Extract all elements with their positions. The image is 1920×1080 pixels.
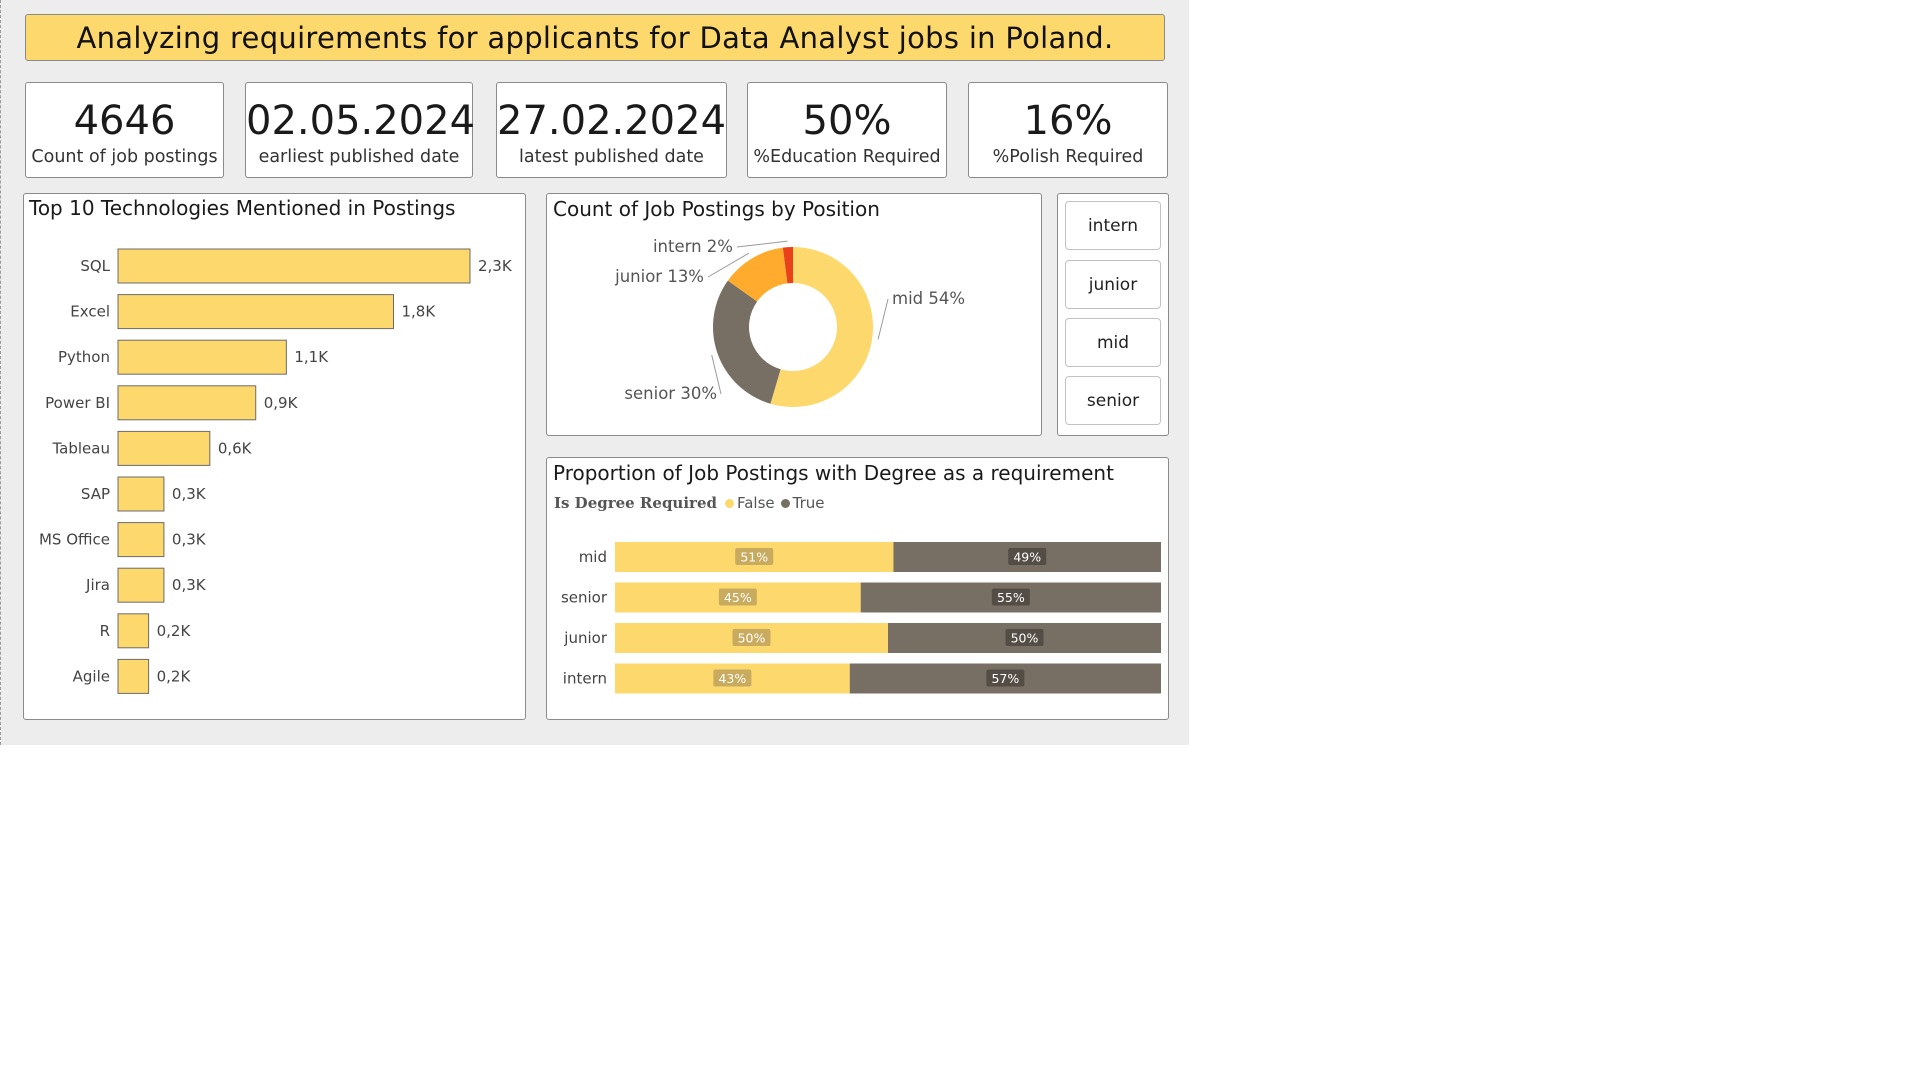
kpi-label: Count of job postings — [31, 147, 218, 167]
tech-value-label: 0,3K — [172, 576, 207, 594]
tech-bar-jira[interactable] — [117, 567, 165, 603]
kpi-card-polish: 16% %Polish Required — [968, 82, 1168, 178]
position-donut-panel: Count of Job Postings by Position mid 54… — [546, 193, 1042, 436]
degree-data-label: 57% — [991, 671, 1019, 686]
slicer-button-senior[interactable]: senior — [1065, 376, 1161, 425]
kpi-label: %Polish Required — [992, 147, 1144, 167]
tech-category-label: Agile — [73, 667, 110, 685]
degree-data-label: 43% — [718, 671, 746, 686]
tech-bar-python[interactable] — [117, 339, 287, 375]
degree-category-label: mid — [579, 548, 607, 566]
donut-label-intern: intern 2% — [653, 237, 733, 256]
tech-bar-ms-office[interactable] — [117, 522, 165, 558]
degree-category-label: junior — [563, 629, 608, 647]
tech-bar-power-bi[interactable] — [117, 385, 257, 421]
tech-category-label: Power BI — [45, 394, 110, 412]
degree-data-label: 50% — [738, 631, 766, 646]
kpi-label: latest published date — [519, 147, 704, 167]
tech-value-label: 0,2K — [157, 622, 192, 640]
tech-category-label: Jira — [85, 576, 110, 594]
tech-bar-sql[interactable] — [117, 248, 471, 284]
kpi-value: 27.02.2024 — [497, 98, 727, 144]
tech-value-label: 1,8K — [401, 303, 436, 321]
kpi-value: 16% — [1023, 98, 1113, 144]
kpi-value: 02.05.2024 — [246, 98, 476, 144]
kpi-value: 50% — [802, 98, 892, 144]
report-canvas: Analyzing requirements for applicants fo… — [0, 0, 1189, 745]
tech-bar-tableau[interactable] — [117, 430, 211, 466]
donut-leader-line — [877, 298, 889, 340]
tech-value-label: 0,9K — [264, 394, 299, 412]
slicer-button-intern[interactable]: intern — [1065, 201, 1161, 250]
degree-category-label: senior — [561, 589, 608, 607]
degree-proportion-panel: Proportion of Job Postings with Degree a… — [546, 457, 1169, 720]
tech-bar-excel[interactable] — [117, 294, 394, 330]
kpi-label: earliest published date — [258, 147, 460, 167]
top-technologies-chart: SQL 2,3K Excel 1,8K Python 1,1K Power BI 0,9K Ta… — [39, 248, 513, 694]
degree-category-label: intern — [563, 670, 607, 688]
tech-category-label: SQL — [80, 257, 110, 275]
donut-label-mid: mid 54% — [892, 289, 965, 308]
tech-value-label: 2,3K — [478, 257, 513, 275]
position-donut-chart: mid 54% senior 30% junior 13% intern 2% — [614, 237, 965, 407]
degree-data-label: 45% — [724, 590, 752, 605]
donut-slice-senior[interactable] — [713, 280, 781, 404]
tech-value-label: 0,3K — [172, 531, 207, 549]
kpi-label: %Education Required — [753, 147, 941, 167]
tech-bar-r[interactable] — [117, 613, 150, 649]
degree-data-label: 50% — [1011, 631, 1039, 646]
kpi-card-latest-date: 27.02.2024 latest published date — [496, 82, 727, 178]
slicer-button-junior[interactable]: junior — [1065, 260, 1161, 309]
report-title: Analyzing requirements for applicants fo… — [76, 20, 1114, 55]
tech-category-label: R — [100, 622, 110, 640]
tech-category-label: Python — [58, 348, 110, 366]
kpi-value: 4646 — [73, 98, 176, 144]
degree-data-label: 51% — [740, 550, 768, 565]
position-slicer: intern junior mid senior — [1057, 193, 1169, 436]
tech-category-label: MS Office — [39, 531, 110, 549]
tech-value-label: 0,2K — [157, 667, 192, 685]
tech-value-label: 1,1K — [294, 348, 329, 366]
tech-category-label: Excel — [70, 303, 110, 321]
report-title-bar: Analyzing requirements for applicants fo… — [25, 14, 1165, 61]
tech-category-label: SAP — [81, 485, 110, 503]
degree-data-label: 49% — [1013, 550, 1041, 565]
degree-data-label: 55% — [997, 590, 1025, 605]
slicer-button-mid[interactable]: mid — [1065, 318, 1161, 367]
donut-leader-line — [736, 240, 788, 248]
kpi-card-count: 4646 Count of job postings — [25, 82, 224, 178]
tech-bar-agile[interactable] — [117, 658, 150, 694]
donut-label-junior: junior 13% — [614, 267, 704, 286]
tech-bar-sap[interactable] — [117, 476, 165, 512]
kpi-card-education: 50% %Education Required — [747, 82, 947, 178]
top-technologies-panel: Top 10 Technologies Mentioned in Posting… — [23, 193, 526, 720]
tech-value-label: 0,6K — [218, 439, 253, 457]
tech-value-label: 0,3K — [172, 485, 207, 503]
donut-label-senior: senior 30% — [624, 384, 717, 403]
degree-proportion-chart: mid 51% 49% senior 45% 55% junior 50% 50% intern 4… — [561, 542, 1161, 694]
tech-category-label: Tableau — [52, 439, 111, 457]
kpi-card-earliest-date: 02.05.2024 earliest published date — [245, 82, 476, 178]
